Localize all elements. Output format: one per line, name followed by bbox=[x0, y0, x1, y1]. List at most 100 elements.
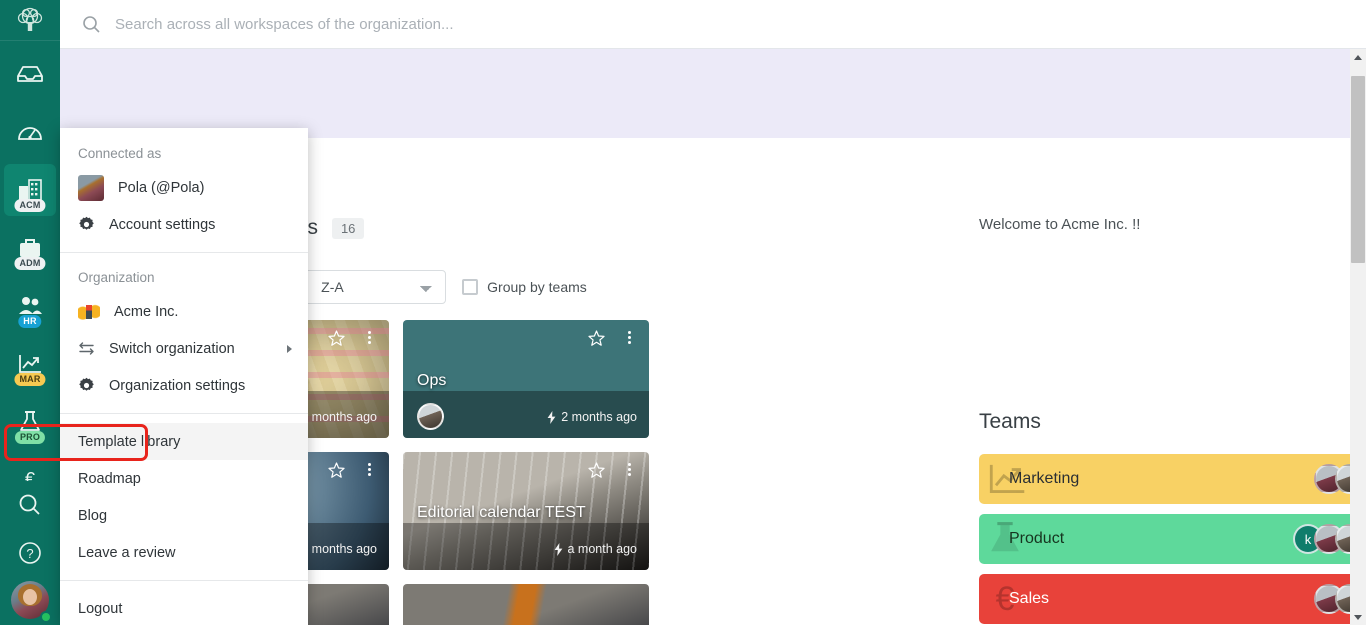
top-search-bar bbox=[60, 0, 1366, 49]
menu-item-template-library[interactable]: Template library bbox=[60, 423, 308, 460]
star-icon[interactable] bbox=[588, 462, 605, 479]
workspace-card[interactable]: Editorial calendar TEST a month ago bbox=[403, 452, 649, 570]
organization-label: Organization bbox=[78, 270, 155, 285]
svg-text:€: € bbox=[25, 469, 35, 481]
group-by-teams-label: Group by teams bbox=[487, 279, 587, 295]
card-avatars bbox=[417, 403, 444, 430]
sort-select[interactable]: Z-A bbox=[286, 270, 447, 304]
menu-org-settings-label: Organization settings bbox=[109, 377, 246, 394]
caret-down-icon bbox=[1354, 614, 1362, 620]
rail-item-adm[interactable]: ADM bbox=[4, 222, 56, 274]
card-timestamp-text: 2 months ago bbox=[301, 542, 377, 556]
rail-item-pro[interactable]: PRO bbox=[4, 396, 56, 448]
card-timestamp: 2 months ago bbox=[547, 410, 637, 424]
card-menu-icon[interactable] bbox=[368, 463, 371, 476]
rail-item-inbox[interactable] bbox=[4, 48, 56, 100]
menu-divider bbox=[60, 580, 308, 581]
menu-divider bbox=[60, 413, 308, 414]
workspaces-count-badge: 16 bbox=[331, 217, 365, 239]
avatar-face bbox=[23, 589, 37, 605]
card-timestamp-text: 2 months ago bbox=[301, 410, 377, 424]
menu-item-account-settings[interactable]: Account settings bbox=[60, 206, 308, 243]
star-icon[interactable] bbox=[328, 462, 345, 479]
card-timestamp-text: a month ago bbox=[567, 542, 638, 556]
team-row-marketing[interactable]: Marketing bbox=[979, 454, 1350, 504]
team-avatars: k bbox=[1293, 524, 1350, 554]
menu-item-organization-settings[interactable]: Organization settings bbox=[60, 367, 308, 404]
rail-badge-acm: ACM bbox=[14, 199, 46, 213]
scrollbar-down-arrow[interactable] bbox=[1350, 609, 1366, 625]
rail-search-button[interactable] bbox=[4, 481, 56, 529]
team-row-sales[interactable]: € Sales bbox=[979, 574, 1350, 624]
menu-divider bbox=[60, 252, 308, 253]
group-by-teams-checkbox[interactable]: Group by teams bbox=[462, 279, 587, 295]
app-logo[interactable] bbox=[0, 0, 60, 42]
scrollbar-thumb[interactable] bbox=[1351, 76, 1365, 263]
card-menu-icon[interactable] bbox=[628, 463, 631, 476]
star-icon[interactable] bbox=[328, 330, 345, 347]
bolt-icon bbox=[554, 542, 562, 556]
inbox-icon bbox=[17, 66, 43, 82]
page-scrollbar[interactable] bbox=[1350, 49, 1366, 625]
tree-brain-logo-icon bbox=[17, 7, 43, 32]
rail-item-hr[interactable]: HR bbox=[4, 280, 56, 332]
rail-bottom: ? bbox=[0, 481, 60, 625]
card-photo bbox=[403, 584, 649, 625]
team-name: Sales bbox=[1009, 590, 1050, 607]
card-title: Ops bbox=[417, 372, 447, 389]
search-icon bbox=[83, 15, 100, 33]
menu-item-roadmap[interactable]: Roadmap bbox=[60, 460, 308, 497]
gear-icon bbox=[79, 377, 94, 391]
menu-item-logout[interactable]: Logout bbox=[60, 590, 308, 625]
rail-item-dashboard[interactable] bbox=[4, 106, 56, 158]
menu-logout-label: Logout bbox=[78, 600, 123, 617]
team-avatars bbox=[1314, 464, 1350, 494]
menu-item-user[interactable]: Pola (@Pola) bbox=[60, 169, 308, 206]
rail-badge-adm: ADM bbox=[14, 257, 46, 271]
menu-switch-org-label: Switch organization bbox=[109, 340, 235, 357]
card-menu-icon[interactable] bbox=[368, 331, 371, 344]
menu-item-blog[interactable]: Blog bbox=[60, 497, 308, 534]
left-rail: ACM ADM HR MAR PRO € ? bbox=[0, 0, 60, 625]
menu-leave-review-label: Leave a review bbox=[78, 544, 176, 561]
menu-item-organization[interactable]: Acme Inc. bbox=[60, 293, 308, 330]
rail-item-sal[interactable]: € SAL bbox=[4, 454, 56, 481]
search-icon bbox=[19, 494, 40, 515]
scrollbar-up-arrow[interactable] bbox=[1350, 49, 1366, 65]
card-timestamp-text: 2 months ago bbox=[561, 410, 637, 424]
caret-up-icon bbox=[1354, 54, 1362, 60]
menu-item-leave-review[interactable]: Leave a review bbox=[60, 534, 308, 571]
rail-workspace-list: ACM ADM HR MAR PRO € bbox=[0, 41, 60, 481]
workspace-card[interactable] bbox=[403, 584, 649, 625]
online-status-dot bbox=[40, 611, 52, 623]
team-row-product[interactable]: Product k bbox=[979, 514, 1350, 564]
switch-arrows-icon bbox=[79, 342, 94, 355]
workspace-card[interactable]: Ops 2 months ago bbox=[403, 320, 649, 438]
team-avatars bbox=[1314, 584, 1350, 614]
rail-item-acm[interactable]: ACM bbox=[4, 164, 56, 217]
gear-icon bbox=[79, 216, 94, 230]
welcome-message: Welcome to Acme Inc. !! bbox=[979, 216, 1141, 233]
bolt-icon bbox=[547, 410, 556, 424]
team-name: Product bbox=[1009, 530, 1065, 547]
star-icon[interactable] bbox=[588, 330, 605, 347]
checkbox-box bbox=[462, 279, 479, 295]
menu-org-name: Acme Inc. bbox=[114, 303, 179, 320]
people-icon bbox=[19, 297, 42, 315]
rail-help-button[interactable]: ? bbox=[4, 529, 56, 577]
card-menu-icon[interactable] bbox=[628, 331, 631, 344]
rail-item-mar[interactable]: MAR bbox=[4, 338, 56, 390]
menu-template-library-label: Template library bbox=[78, 433, 181, 450]
search-input[interactable] bbox=[115, 15, 815, 33]
account-dropdown-menu: Connected as Pola (@Pola) Account settin… bbox=[60, 128, 308, 625]
help-circle-icon: ? bbox=[19, 542, 41, 564]
organization-icon bbox=[78, 300, 100, 323]
teams-list: Marketing Product k € Sales bbox=[979, 324, 1350, 625]
right-panel: Welcome to Acme Inc. !! Teams Marketing bbox=[920, 138, 1350, 625]
menu-account-settings-label: Account settings bbox=[109, 216, 216, 233]
connected-as-label: Connected as bbox=[78, 146, 162, 161]
rail-badge-hr: HR bbox=[18, 315, 42, 329]
menu-item-switch-organization[interactable]: Switch organization bbox=[60, 330, 308, 367]
euro-icon: € bbox=[25, 469, 35, 481]
caret-right-icon bbox=[287, 344, 292, 353]
